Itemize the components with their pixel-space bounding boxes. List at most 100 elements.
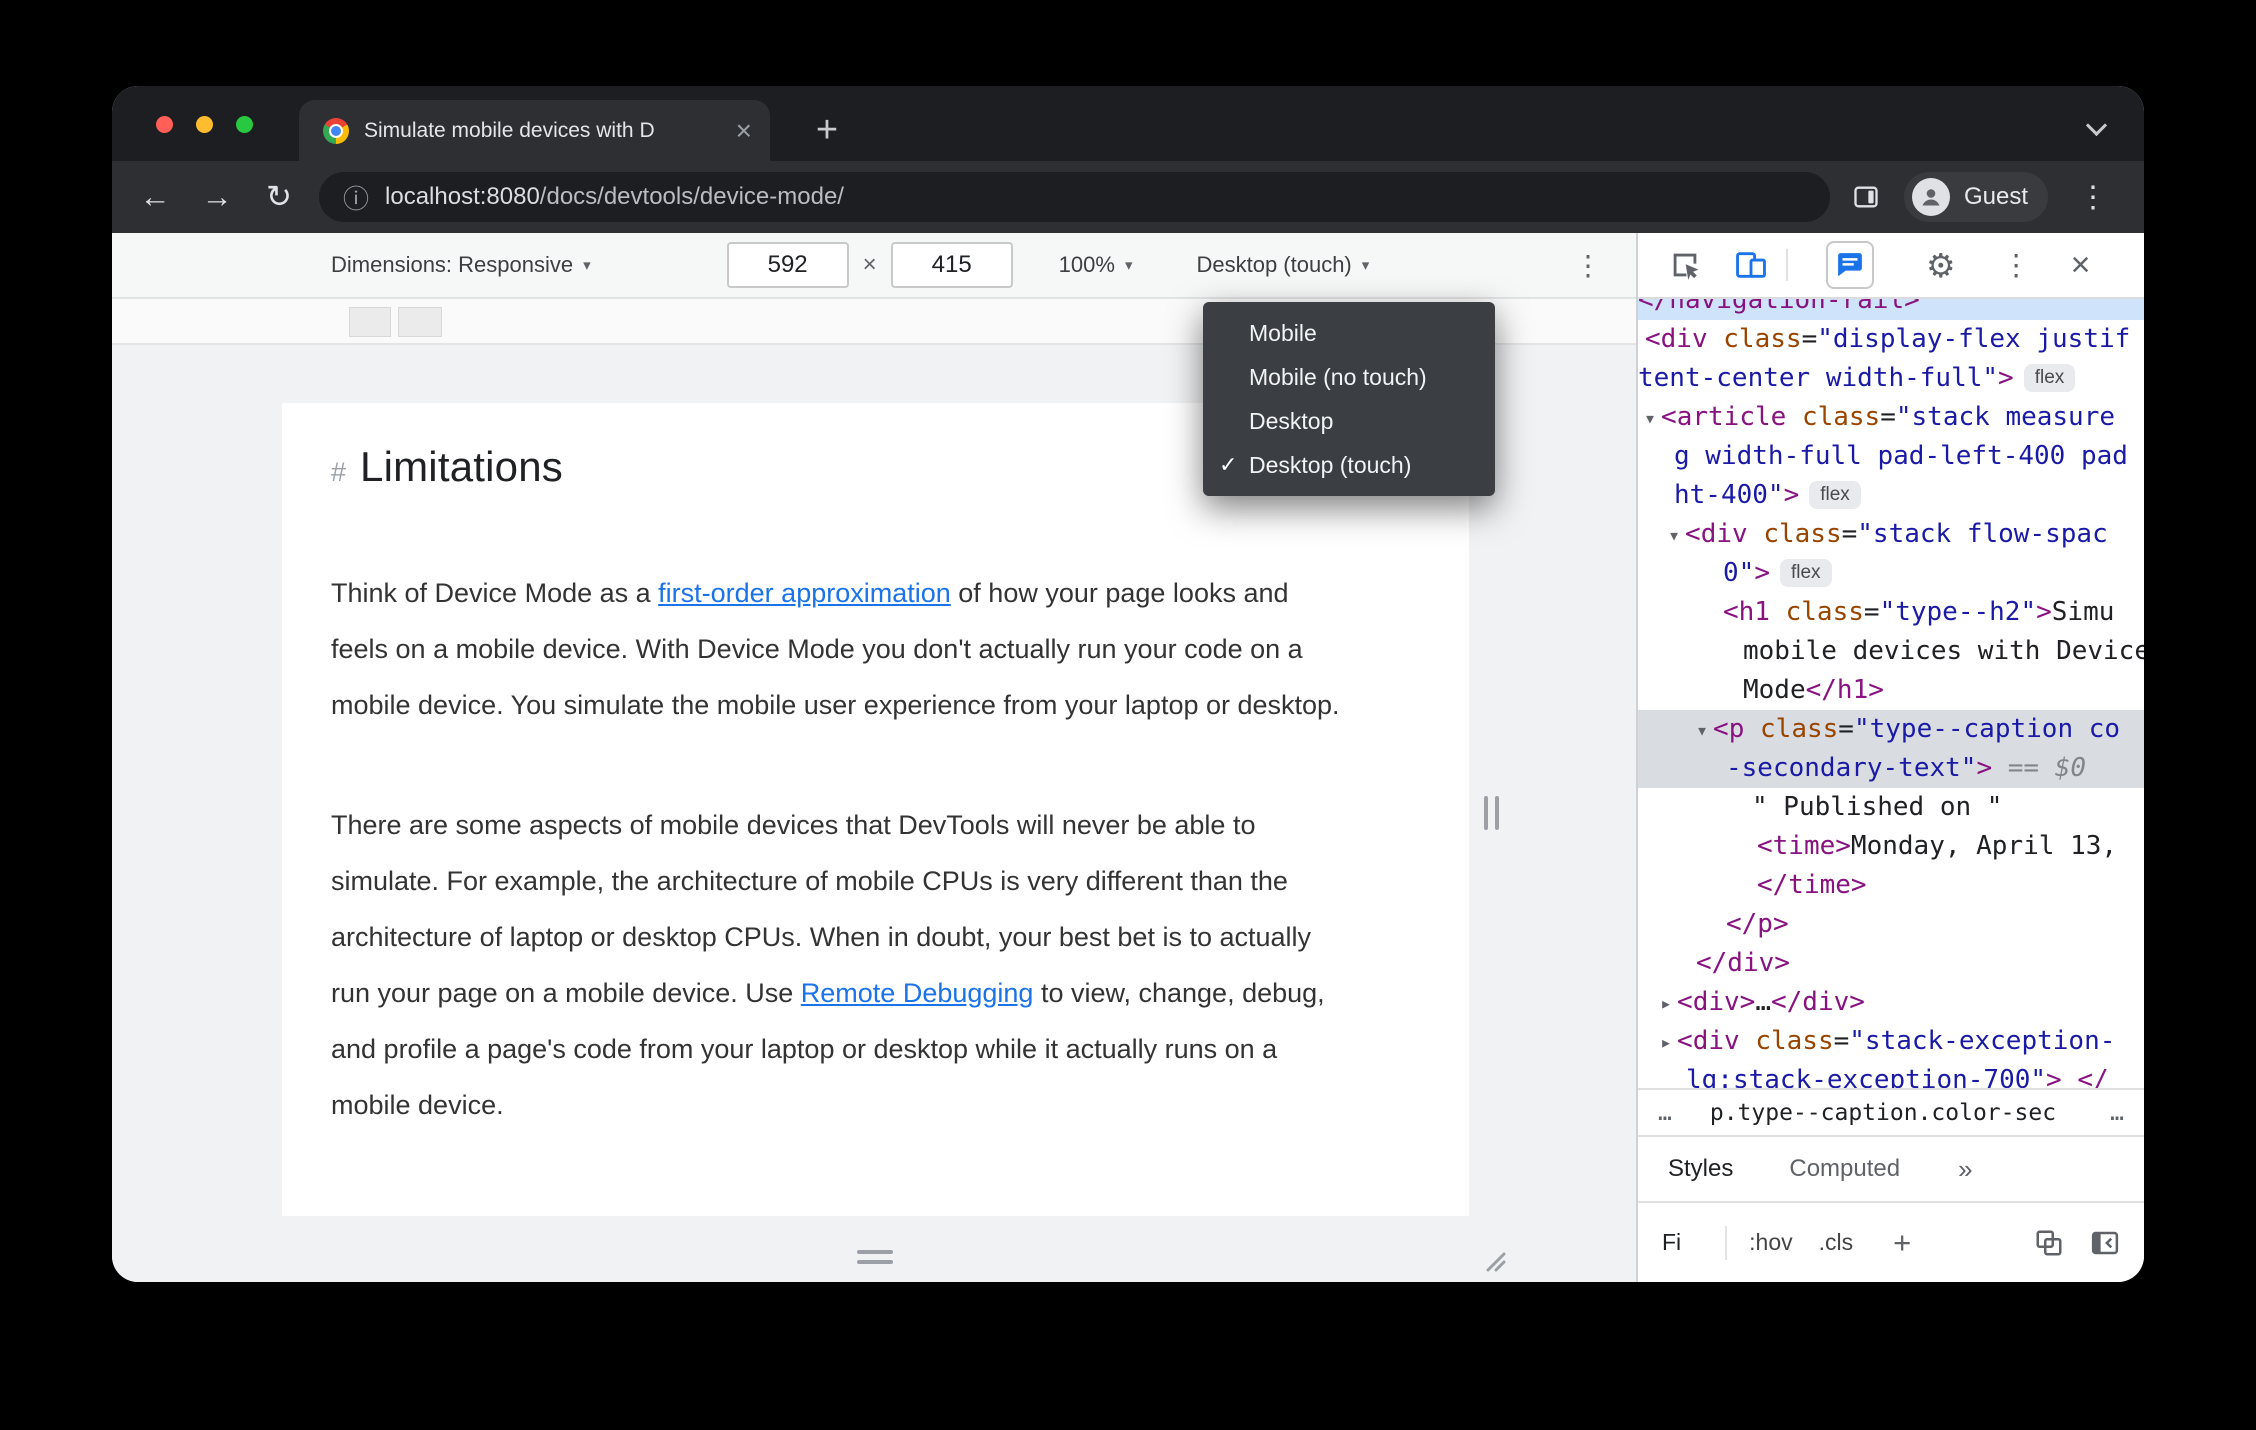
profile-name: Guest <box>1963 183 2028 210</box>
rendering-panels-icon[interactable] <box>2034 1228 2064 1258</box>
tab-title: Simulate mobile devices with D <box>364 118 655 142</box>
toolbar-divider <box>1725 1225 1728 1260</box>
close-window-button[interactable] <box>156 116 173 133</box>
menu-item-label: Desktop <box>1249 407 1334 434</box>
dom-tree-node[interactable]: </div> <box>1638 944 2144 983</box>
page-paragraph: There are some aspects of mobile devices… <box>331 797 1351 1133</box>
console-messages-button[interactable] <box>1826 241 1874 289</box>
dom-tree-node[interactable]: g width-full pad-left-400 pad <box>1638 437 2144 476</box>
browser-menu-kebab-icon[interactable]: ⋮ <box>2072 180 2114 215</box>
dom-tree-node[interactable]: -secondary-text"> == $0 <box>1638 749 2144 788</box>
styles-toolbar-right <box>2034 1228 2120 1258</box>
dom-tree-node[interactable]: 0"> flex <box>1638 554 2144 593</box>
breadcrumb-overflow-right[interactable]: … <box>2110 1100 2124 1126</box>
zoom-window-button[interactable] <box>236 116 253 133</box>
minimize-window-button[interactable] <box>196 116 213 133</box>
dom-tree-node[interactable]: ▾ <div class="stack flow-spac <box>1638 515 2144 554</box>
toggle-sidebar-icon[interactable] <box>2090 1228 2120 1258</box>
tab-close-icon[interactable]: × <box>736 116 752 145</box>
breadcrumb-crumb[interactable]: p.type--caption.color-sec <box>1710 1100 2056 1126</box>
flex-badge[interactable]: flex <box>1809 481 1861 509</box>
element-classes-button[interactable]: .cls <box>1819 1229 1854 1256</box>
page-link[interactable]: Remote Debugging <box>801 978 1034 1008</box>
viewport-width-input[interactable] <box>726 242 849 288</box>
devtools-kebab-icon[interactable]: ⋮ <box>2002 248 2031 283</box>
devtools-panel: ⚙ ⋮ × </navigation-rail> <div class="disp… <box>1636 233 2144 1282</box>
dom-tree-node[interactable]: ht-400"> flex <box>1638 476 2144 515</box>
new-style-rule-icon[interactable]: + <box>1893 1225 1911 1261</box>
chevron-down-icon: ▾ <box>583 257 591 274</box>
dom-tree-node[interactable]: </navigation-rail> <box>1638 299 2144 320</box>
dom-tree-node[interactable]: Mode</h1> <box>1638 671 2144 710</box>
dom-tree-node[interactable]: </time> <box>1638 866 2144 905</box>
dimensions-times-icon: × <box>862 251 877 278</box>
heading-anchor-hash[interactable]: # <box>331 457 346 488</box>
viewport-resize-handle-right[interactable] <box>1484 796 1499 830</box>
side-panel-icon[interactable] <box>1852 183 1880 211</box>
window-controls <box>156 116 253 133</box>
styles-filter-input[interactable]: Fi <box>1662 1229 1681 1256</box>
screenshot-stage: Simulate mobile devices with D × + ← → ↻… <box>0 0 2256 1430</box>
chevron-down-icon: ▾ <box>1124 257 1133 274</box>
dom-tree-node[interactable]: tent-center width-full"> flex <box>1638 359 2144 398</box>
zoom-select[interactable]: 100% ▾ <box>1059 252 1133 278</box>
dom-tree-node[interactable]: <time>Monday, April 13, <box>1638 827 2144 866</box>
dom-tree-node[interactable]: ▸ <div>…</div> <box>1638 983 2144 1022</box>
gear-icon[interactable]: ⚙ <box>1926 246 1956 285</box>
menu-item-label: Desktop (touch) <box>1249 451 1412 478</box>
tab-strip: Simulate mobile devices with D × + <box>112 86 2144 161</box>
viewport-height-input[interactable] <box>890 242 1013 288</box>
zoom-value: 100% <box>1058 252 1115 277</box>
new-tab-button[interactable]: + <box>802 100 852 161</box>
dom-tree: </navigation-rail> <div class="display-fl… <box>1638 299 2144 1088</box>
page-paragraph: Think of Device Mode as a first-order ap… <box>331 565 1351 733</box>
site-info-icon[interactable]: ⓘ <box>343 179 369 216</box>
dom-tree-node[interactable]: " Published on " <box>1638 788 2144 827</box>
toggle-element-state-button[interactable]: :hov <box>1749 1229 1792 1256</box>
tabs-overflow-icon[interactable]: » <box>1958 1154 1972 1185</box>
device-toolbar-kebab-icon[interactable]: ⋮ <box>1574 249 1602 282</box>
menu-item-desktop[interactable]: Desktop <box>1203 399 1495 443</box>
devtools-close-icon[interactable]: × <box>2071 248 2091 282</box>
menu-item-desktop-touch-[interactable]: ✓ Desktop (touch) <box>1203 443 1495 487</box>
profile-button[interactable]: Guest <box>1903 172 2048 222</box>
tab-search-chevron-icon[interactable] <box>2085 114 2108 137</box>
forward-icon[interactable]: → <box>194 179 240 215</box>
menu-item-label: Mobile (no touch) <box>1249 363 1427 390</box>
reload-icon[interactable]: ↻ <box>256 179 302 215</box>
tab-favicon-icon <box>323 117 349 144</box>
tab-styles[interactable]: Styles <box>1668 1155 1733 1183</box>
dom-tree-node[interactable]: <h1 class="type--h2">Simu <box>1638 593 2144 632</box>
menu-item-mobile-no-touch-[interactable]: Mobile (no touch) <box>1203 355 1495 399</box>
page-title: Limitations <box>360 443 563 490</box>
browser-tab[interactable]: Simulate mobile devices with D × <box>299 100 770 161</box>
page-paragraphs: Think of Device Mode as a first-order ap… <box>331 565 1420 1133</box>
device-type-select[interactable]: Desktop (touch) ▾ <box>1196 252 1369 278</box>
dom-tree-node[interactable]: ▾ <article class="stack measure <box>1638 398 2144 437</box>
flex-badge[interactable]: flex <box>2023 364 2076 392</box>
toolbar-divider <box>1786 249 1788 281</box>
dimensions-label: Dimensions: Responsive <box>331 252 574 277</box>
flex-badge[interactable]: flex <box>1779 559 1832 587</box>
ruler-segment <box>398 307 442 337</box>
viewport-resize-handle-bottom[interactable] <box>857 1250 893 1264</box>
dom-tree-node[interactable]: ▾ <p class="type--caption co <box>1638 710 2144 749</box>
viewport-resize-handle-corner[interactable] <box>1480 1246 1506 1277</box>
dom-tree-node[interactable]: <div class="display-flex justif <box>1638 320 2144 359</box>
dom-tree-node[interactable]: ▸ <div class="stack-exception- <box>1638 1022 2144 1061</box>
address-bar[interactable]: ⓘ localhost:8080/docs/devtools/device-mo… <box>319 172 1830 222</box>
dimensions-select[interactable]: Dimensions: Responsive ▾ <box>331 252 591 278</box>
breadcrumb-overflow-left[interactable]: … <box>1658 1100 1672 1126</box>
page-link[interactable]: first-order approximation <box>658 578 951 608</box>
dom-tree-node[interactable]: mobile devices with Device <box>1638 632 2144 671</box>
dom-tree-node[interactable]: </p> <box>1638 905 2144 944</box>
dom-tree-node[interactable]: lg:stack-exception-700"> </ <box>1638 1061 2144 1088</box>
inspect-element-icon[interactable] <box>1668 248 1702 282</box>
menu-item-mobile[interactable]: Mobile <box>1203 311 1495 355</box>
device-toolbar-toggle-icon[interactable] <box>1734 248 1768 282</box>
tab-computed[interactable]: Computed <box>1789 1155 1900 1183</box>
nav-toolbar: ← → ↻ ⓘ localhost:8080/docs/devtools/dev… <box>112 161 2144 233</box>
back-icon[interactable]: ← <box>132 179 178 215</box>
simulated-page: # Limitations Think of Device Mode as a … <box>282 403 1469 1216</box>
device-type-value: Desktop (touch) <box>1196 252 1352 277</box>
